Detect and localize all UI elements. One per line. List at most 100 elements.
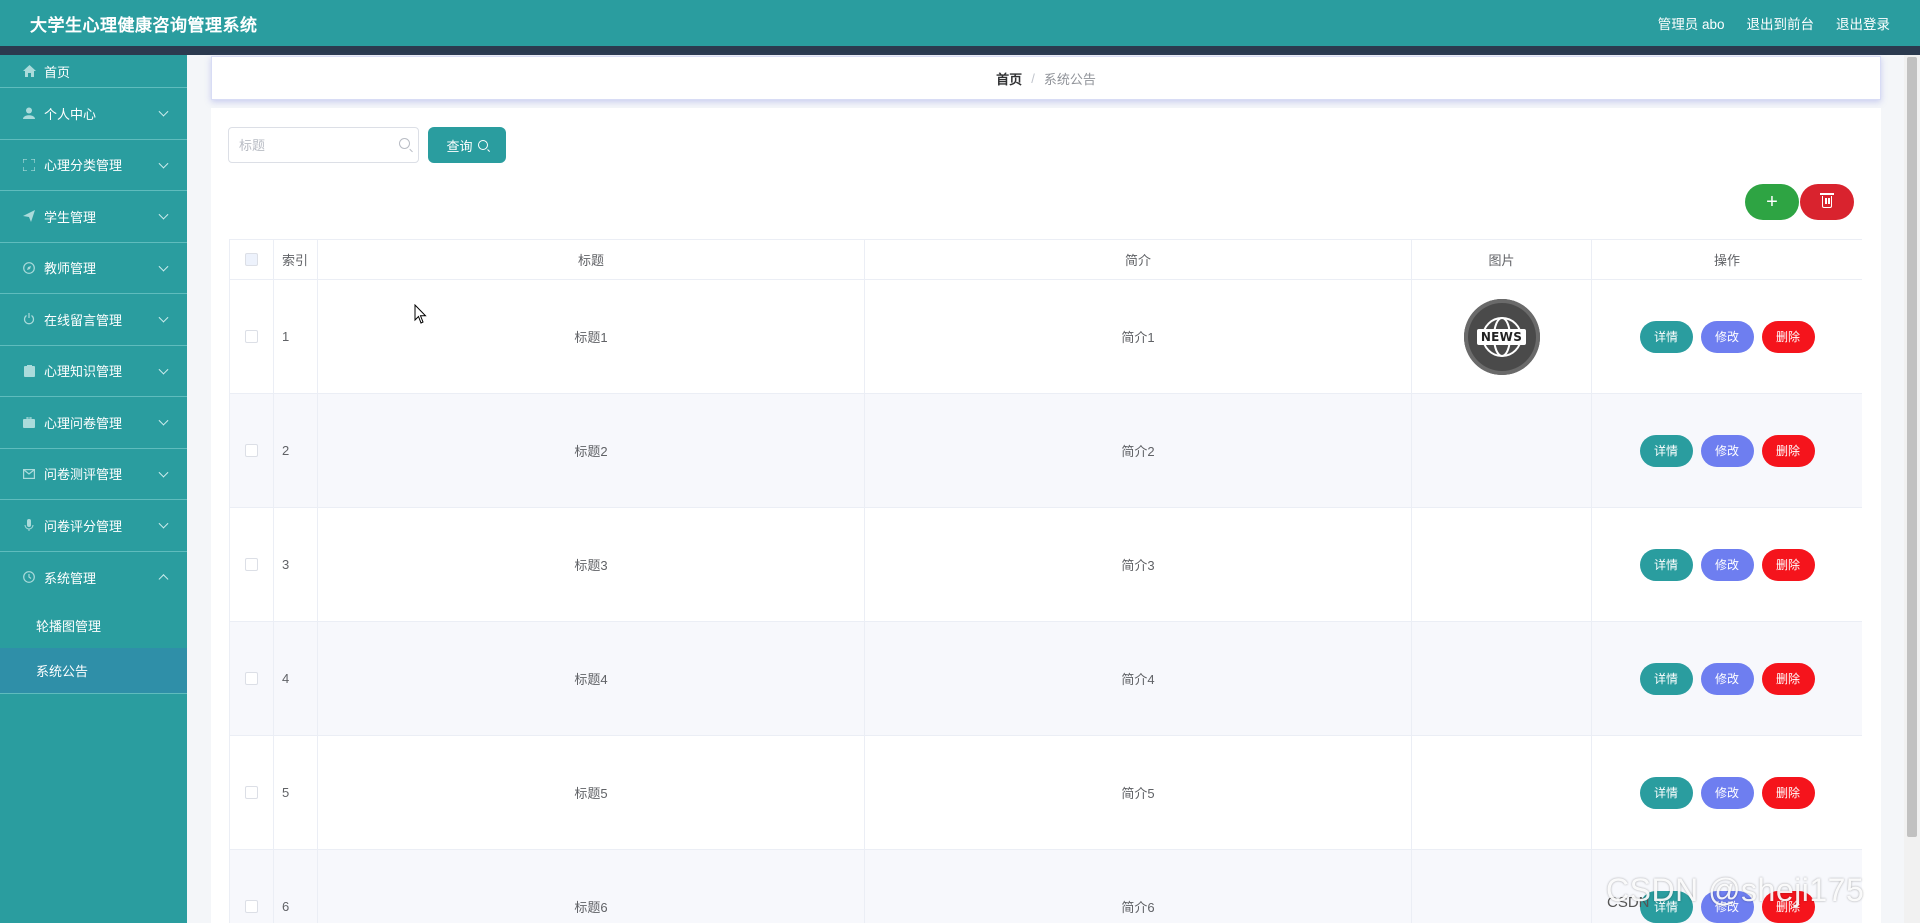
detail-button[interactable]: 详情 [1639,776,1693,809]
sidebar-item-label: 心理分类管理 [44,158,123,174]
row-title: 标题3 [318,508,865,621]
row-index: 5 [274,736,318,849]
row-checkbox[interactable] [245,672,258,685]
row-image-cell [1412,622,1592,735]
column-header-intro: 简介 [865,240,1412,279]
row-checkbox[interactable] [245,330,258,343]
row-index: 4 [274,622,318,735]
sidebar-item-label: 个人中心 [44,106,97,122]
sidebar-item-teachers[interactable]: 教师管理 [0,243,187,294]
sidebar-subitem-carousel[interactable]: 轮播图管理 [0,603,187,648]
power-icon [22,312,36,326]
detail-button[interactable]: 详情 [1639,548,1693,581]
search-input[interactable] [239,137,389,153]
news-thumbnail[interactable]: NEWS [1463,298,1540,375]
sidebar-item-system[interactable]: 系统管理 [0,552,187,604]
add-button[interactable]: + [1745,184,1799,220]
user-label: 管理员 abo [1657,17,1725,32]
breadcrumb-home[interactable]: 首页 [996,69,1022,88]
table-row: 2 标题2 简介2 详情 修改 删除 [229,394,1862,508]
sidebar-item-questionnaire[interactable]: 心理问卷管理 [0,397,187,449]
csdn-watermark: CSDN @sheji175 [1606,872,1865,908]
chevron-down-icon [158,106,169,117]
row-title: 标题4 [318,622,865,735]
select-all-checkbox[interactable] [245,253,258,266]
chevron-down-icon [158,364,169,375]
detail-button[interactable]: 详情 [1639,662,1693,695]
row-actions: 详情 修改 删除 [1592,508,1862,621]
detail-button[interactable]: 详情 [1639,320,1693,353]
row-checkbox-cell [229,736,274,849]
edit-button[interactable]: 修改 [1700,320,1754,353]
time-icon [22,570,36,584]
detail-button[interactable]: 详情 [1639,434,1693,467]
sidebar-item-label: 心理知识管理 [44,364,123,380]
edit-button[interactable]: 修改 [1700,434,1754,467]
chevron-down-icon [158,158,169,169]
scrollbar-thumb[interactable] [1907,57,1917,837]
row-index: 6 [274,850,318,923]
header-checkbox-cell [229,240,274,279]
search-box [228,127,419,163]
breadcrumb-current: 系统公告 [1043,71,1096,87]
plus-icon: + [1766,190,1778,213]
row-intro: 简介2 [865,394,1412,507]
query-button[interactable]: 查询 [428,127,506,163]
sidebar-item-scoring[interactable]: 问卷评分管理 [0,500,187,552]
mouse-cursor-icon [414,304,427,324]
edit-button[interactable]: 修改 [1700,776,1754,809]
row-intro: 简介3 [865,508,1412,621]
user-icon [22,106,36,120]
chevron-down-icon [158,518,169,529]
table-row: 3 标题3 简介3 详情 修改 删除 [229,508,1862,622]
row-image-cell [1412,394,1592,507]
delete-button[interactable]: 删除 [1761,662,1815,695]
sidebar-item-category[interactable]: 心理分类管理 [0,140,187,191]
logout-link[interactable]: 退出登录 [1836,13,1890,33]
row-index: 2 [274,394,318,507]
document-icon [22,364,36,378]
delete-button[interactable]: 删除 [1761,548,1815,581]
table-row: 1 标题1 简介1 NEWS 详情 修改 删除 [229,280,1862,394]
batch-delete-button[interactable] [1800,184,1854,220]
row-actions: 详情 修改 删除 [1592,394,1862,507]
search-icon [477,140,488,150]
row-title: 标题6 [318,850,865,923]
sidebar-item-label: 心理问卷管理 [44,415,123,431]
row-checkbox-cell [229,850,274,923]
send-icon [22,209,36,223]
sidebar: 首页 个人中心 心理分类管理 学生管理 教师管理 在线留言管理 心理知识管理 心… [0,55,187,923]
row-title: 标题2 [318,394,865,507]
row-image-cell [1412,736,1592,849]
row-image-cell [1412,850,1592,923]
to-frontend-link[interactable]: 退出到前台 [1747,13,1815,33]
sidebar-item-evaluation[interactable]: 问卷测评管理 [0,449,187,500]
delete-button[interactable]: 删除 [1761,434,1815,467]
delete-button[interactable]: 删除 [1761,320,1815,353]
sidebar-item-knowledge[interactable]: 心理知识管理 [0,346,187,397]
main-content: 查询 + 索引 标题 简介 图片 操作 1 标题1 简介1 [211,108,1881,923]
sidebar-item-home[interactable]: 首页 [0,55,187,88]
query-button-label: 查询 [446,138,473,154]
column-header-index: 索引 [274,240,318,279]
edit-button[interactable]: 修改 [1700,548,1754,581]
sidebar-subitem-announcement[interactable]: 系统公告 [0,648,187,693]
sidebar-item-messages[interactable]: 在线留言管理 [0,294,187,346]
vertical-scrollbar[interactable] [1904,55,1920,923]
row-checkbox[interactable] [245,558,258,571]
trash-icon [1820,193,1834,208]
row-checkbox[interactable] [245,900,258,913]
compass-icon [22,261,36,275]
delete-button[interactable]: 删除 [1761,776,1815,809]
column-header-image: 图片 [1412,240,1592,279]
sidebar-item-label: 首页 [44,64,71,80]
sidebar-item-students[interactable]: 学生管理 [0,191,187,243]
row-checkbox[interactable] [245,786,258,799]
row-checkbox-cell [229,280,274,393]
edit-button[interactable]: 修改 [1700,662,1754,695]
row-checkbox[interactable] [245,444,258,457]
row-title: 标题1 [318,280,865,393]
sidebar-item-personal-center[interactable]: 个人中心 [0,88,187,140]
row-image-cell: NEWS [1412,280,1592,393]
fullscreen-icon [22,158,36,172]
